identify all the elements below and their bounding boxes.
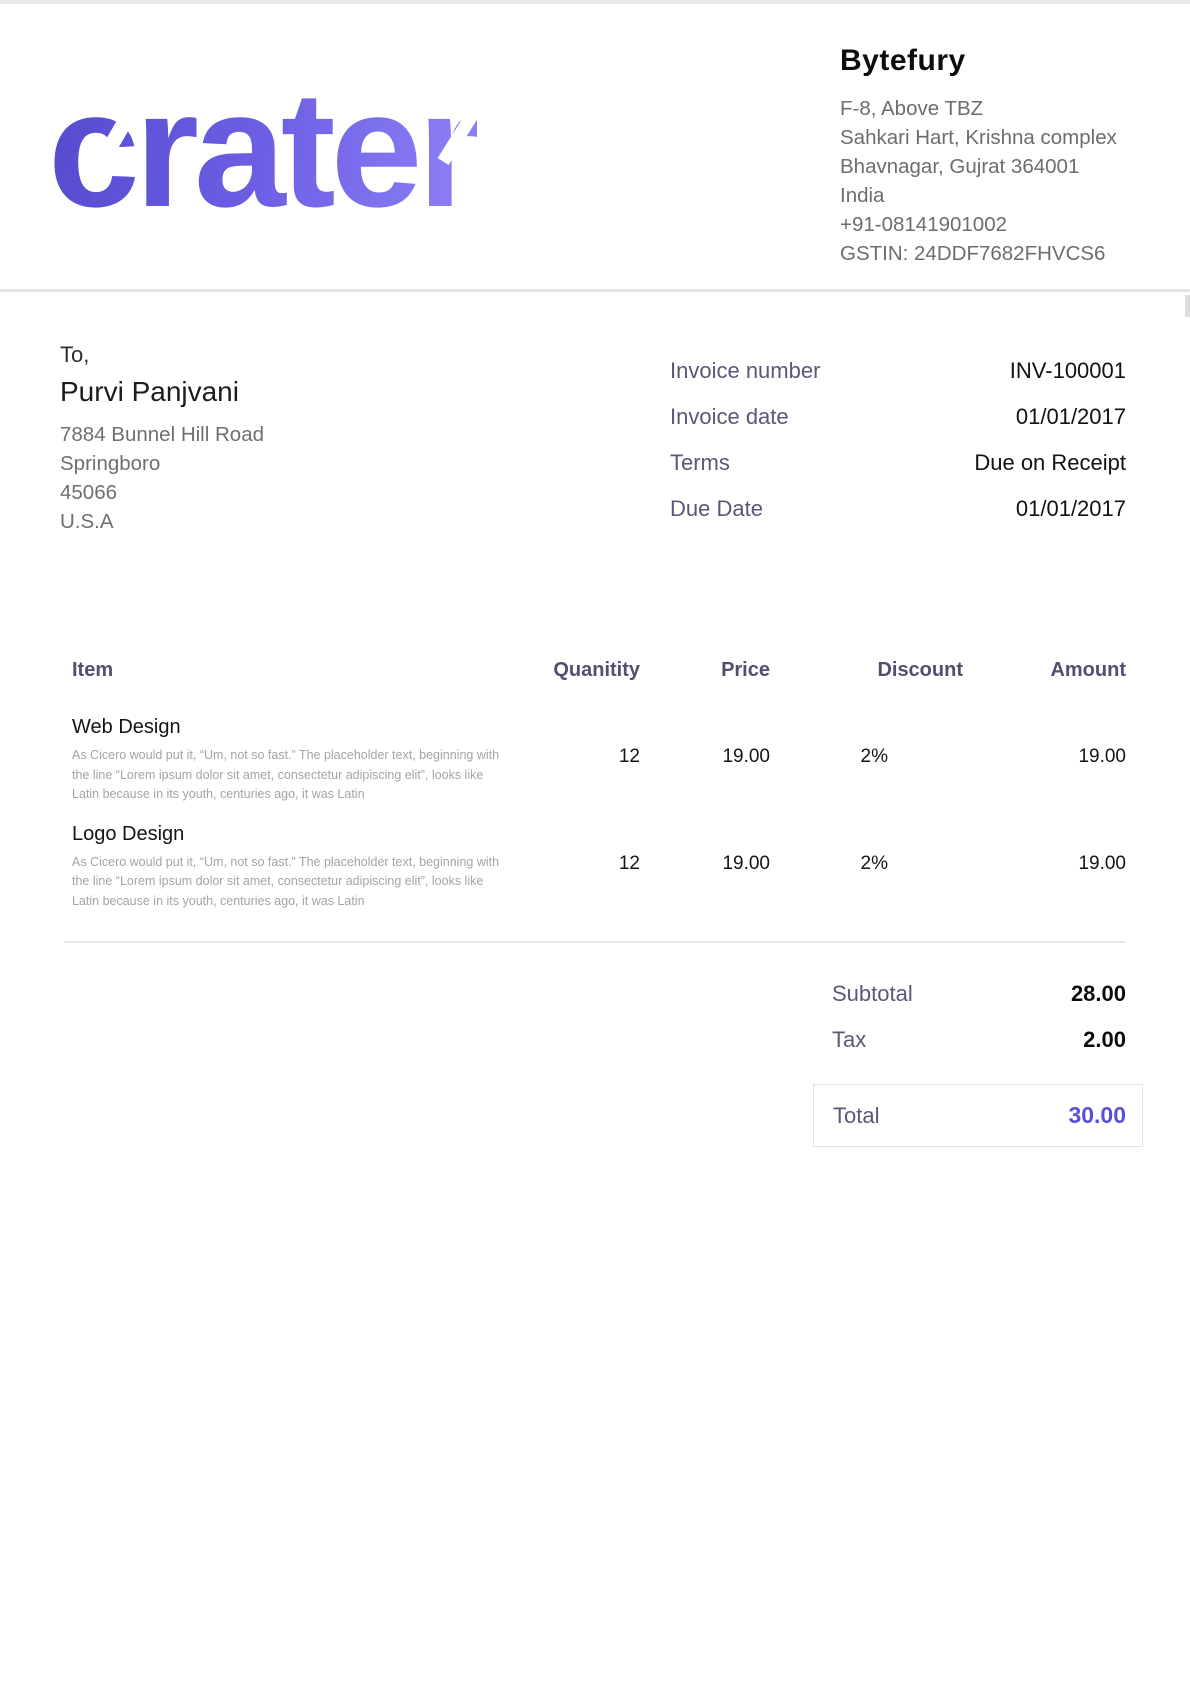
due-date-value: 01/01/2017: [1016, 496, 1126, 522]
item-price: 19.00: [640, 716, 770, 805]
company-gstin: GSTIN: 24DDF7682FHVCS6: [840, 239, 1126, 268]
subtotal-value: 28.00: [1071, 981, 1126, 1007]
terms-value: Due on Receipt: [974, 450, 1126, 476]
item-amount: 19.00: [963, 716, 1126, 805]
table-row: Web Design As Cicero would put it, “Um, …: [64, 716, 1126, 805]
company-name: Bytefury: [840, 44, 1126, 78]
tax-row: Tax 2.00: [813, 1027, 1143, 1053]
invoice-date-row: Invoice date 01/01/2017: [670, 404, 1126, 430]
item-quantity: 12: [504, 823, 640, 912]
crater-logo: crater: [48, 62, 518, 237]
item-discount: 2%: [770, 823, 963, 912]
company-address-line: Sahkari Hart, Krishna complex: [840, 123, 1126, 152]
item-quantity: 12: [504, 716, 640, 805]
invoice-number-value: INV-100001: [1010, 358, 1126, 384]
subtotal-row: Subtotal 28.00: [813, 981, 1143, 1007]
client-address-line: 7884 Bunnel Hill Road: [60, 420, 264, 449]
client-name: Purvi Panjvani: [60, 376, 264, 408]
totals-section: Subtotal 28.00 Tax 2.00 Total 30.00: [813, 981, 1143, 1147]
column-header-discount: Discount: [770, 659, 963, 682]
scrollbar-fragment: [1185, 295, 1190, 317]
company-address-line: Bhavnagar, Gujrat 364001: [840, 152, 1126, 181]
invoice-number-row: Invoice number INV-100001: [670, 358, 1126, 384]
tax-value: 2.00: [1083, 1027, 1126, 1053]
tax-label: Tax: [832, 1027, 866, 1053]
items-table: Item Quanitity Price Discount Amount Web…: [64, 659, 1126, 943]
invoice-header: crater Bytefury F-8, Above TBZ Sahkari H…: [0, 4, 1190, 292]
client-address-line: Springboro: [60, 449, 264, 478]
item-name: Web Design: [72, 716, 504, 739]
item-cell: Web Design As Cicero would put it, “Um, …: [64, 716, 504, 805]
to-label: To,: [60, 342, 264, 368]
column-header-price: Price: [640, 659, 770, 682]
client-address-line: U.S.A: [60, 507, 264, 536]
column-header-item: Item: [64, 659, 504, 682]
column-header-quantity: Quanitity: [504, 659, 640, 682]
due-date-label: Due Date: [670, 496, 763, 522]
due-date-row: Due Date 01/01/2017: [670, 496, 1126, 522]
terms-label: Terms: [670, 450, 730, 476]
company-address-line: India: [840, 181, 1126, 210]
company-phone: +91-08141901002: [840, 210, 1126, 239]
item-description: As Cicero would put it, “Um, not so fast…: [72, 853, 504, 912]
item-name: Logo Design: [72, 823, 504, 846]
terms-row: Terms Due on Receipt: [670, 450, 1126, 476]
invoice-meta-block: Invoice number INV-100001 Invoice date 0…: [670, 358, 1126, 542]
item-price: 19.00: [640, 823, 770, 912]
column-header-amount: Amount: [963, 659, 1126, 682]
company-address-line: F-8, Above TBZ: [840, 94, 1126, 123]
invoice-date-value: 01/01/2017: [1016, 404, 1126, 430]
total-value: 30.00: [1068, 1102, 1126, 1129]
company-info-block: Bytefury F-8, Above TBZ Sahkari Hart, Kr…: [840, 44, 1126, 289]
invoice-date-label: Invoice date: [670, 404, 789, 430]
item-discount: 2%: [770, 716, 963, 805]
billing-section: To, Purvi Panjvani 7884 Bunnel Hill Road…: [0, 292, 1190, 542]
subtotal-label: Subtotal: [832, 981, 913, 1007]
table-row: Logo Design As Cicero would put it, “Um,…: [64, 823, 1126, 912]
invoice-number-label: Invoice number: [670, 358, 820, 384]
item-cell: Logo Design As Cicero would put it, “Um,…: [64, 823, 504, 912]
bill-to-block: To, Purvi Panjvani 7884 Bunnel Hill Road…: [60, 342, 264, 542]
grand-total-box: Total 30.00: [813, 1084, 1143, 1147]
item-description: As Cicero would put it, “Um, not so fast…: [72, 746, 504, 805]
client-address-line: 45066: [60, 478, 264, 507]
items-table-header: Item Quanitity Price Discount Amount: [64, 659, 1126, 716]
item-amount: 19.00: [963, 823, 1126, 912]
total-label: Total: [833, 1103, 879, 1129]
